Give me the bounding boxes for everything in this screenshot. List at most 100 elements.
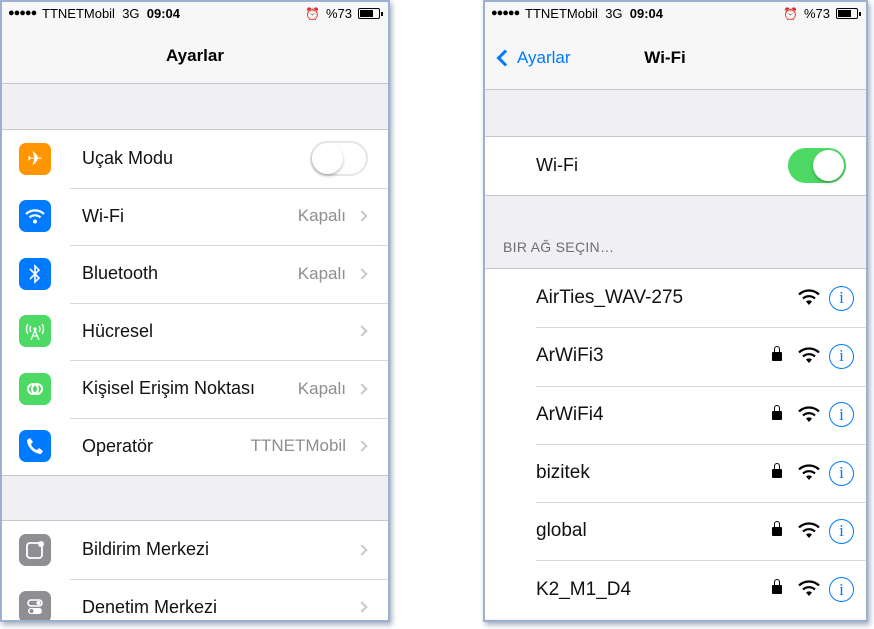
- carrier-info: TTNETMobil 3G 09:04: [42, 6, 180, 21]
- network-name: AirTies_WAV-275: [536, 287, 684, 309]
- row-label: Bluetooth: [82, 263, 159, 284]
- network-list: AirTies_WAV-275 i ArWiFi3 i ArWiFi4 i bizitek i…: [485, 268, 866, 619]
- control-center-icon: [19, 591, 51, 620]
- wifi-signal-icon: [798, 347, 820, 364]
- chevron-right-icon: [356, 440, 368, 452]
- status-bar: ●●●●● TTNETMobil 3G 09:04 ⏰ %73: [2, 2, 388, 24]
- choose-network-header: BIR AĞ SEÇIN…: [503, 239, 615, 255]
- airplane-icon: ✈: [19, 142, 51, 175]
- chevron-right-icon: [356, 325, 368, 337]
- toggle-knob: [813, 150, 844, 182]
- info-button[interactable]: i: [829, 343, 854, 369]
- lock-icon: [772, 462, 782, 478]
- wifi-signal-icon: [798, 406, 820, 422]
- cellular-icon: [19, 315, 51, 348]
- network-name: ArWiFi3: [536, 345, 604, 367]
- info-button[interactable]: i: [829, 285, 854, 311]
- alarm-icon: ⏰: [783, 6, 798, 21]
- battery-percent: %73: [325, 6, 352, 21]
- lock-icon: [772, 579, 782, 595]
- network-name: ArWiFi4: [536, 403, 604, 425]
- row-wifi[interactable]: Wi-Fi Kapalı: [2, 187, 388, 246]
- nav-bar: Ayarlar Wi-Fi: [485, 24, 866, 90]
- battery-icon: [358, 8, 383, 19]
- battery-icon: [836, 8, 861, 19]
- network-row[interactable]: global i: [485, 502, 866, 560]
- row-value: Kapalı: [297, 206, 346, 226]
- network-row[interactable]: ArWiFi4 i: [485, 385, 866, 444]
- info-button[interactable]: i: [829, 518, 854, 544]
- wifi-screen: ●●●●● TTNETMobil 3G 09:04 ⏰ %73 Ayarlar …: [483, 0, 868, 622]
- wifi-toggle-group: Wi-Fi: [485, 136, 866, 196]
- status-bar: ●●●●● TTNETMobil 3G 09:04 ⏰ %73: [485, 2, 866, 24]
- battery-percent: %73: [803, 6, 830, 21]
- carrier-info: TTNETMobil 3G 09:04: [525, 6, 663, 21]
- row-value: TTNETMobil: [250, 436, 346, 456]
- network-row[interactable]: ArWiFi3 i: [485, 327, 866, 385]
- row-label: Denetim Merkezi: [82, 596, 218, 617]
- network-row[interactable]: AirTies_WAV-275 i: [485, 269, 866, 327]
- row-label: Operatör: [82, 435, 154, 456]
- system-group: Bildirim Merkezi Denetim Merkezi: [2, 520, 388, 620]
- network-row[interactable]: K2_M1_D4 i: [485, 560, 866, 618]
- wifi-signal-icon: [798, 289, 820, 305]
- status-right: ⏰ %73: [305, 6, 383, 21]
- row-cellular[interactable]: Hücresel: [2, 302, 388, 361]
- wifi-signal-icon: [798, 464, 820, 480]
- hotspot-icon: [19, 372, 51, 405]
- row-operator[interactable]: Operatör TTNETMobil: [2, 417, 388, 476]
- phone-icon: [19, 430, 51, 463]
- settings-screen: ●●●●● TTNETMobil 3G 09:04 ⏰ %73 Ayarlar …: [0, 0, 390, 622]
- row-control-center[interactable]: Denetim Merkezi: [2, 578, 388, 620]
- network-type: 3G: [122, 6, 140, 21]
- wifi-icon: [19, 200, 51, 233]
- wifi-label: Wi-Fi: [536, 155, 578, 176]
- page-title: Ayarlar: [166, 46, 224, 65]
- network-name: bizitek: [536, 462, 590, 484]
- row-label: Kişisel Erişim Noktası: [82, 378, 256, 399]
- network-name: global: [536, 520, 587, 542]
- network-name: K2_M1_D4: [536, 578, 632, 600]
- wifi-toggle[interactable]: [788, 148, 846, 184]
- row-notification-center[interactable]: Bildirim Merkezi: [2, 521, 388, 579]
- info-button[interactable]: i: [829, 577, 854, 603]
- row-label: Hücresel: [82, 320, 154, 341]
- network-type: 3G: [605, 6, 623, 21]
- airplane-mode-toggle[interactable]: [310, 141, 368, 177]
- carrier-name: TTNETMobil: [525, 6, 598, 21]
- battery-fill: [360, 10, 373, 17]
- wifi-signal-icon: [798, 580, 820, 597]
- chevron-right-icon: [356, 544, 368, 556]
- chevron-right-icon: [356, 268, 368, 280]
- clock: 09:04: [146, 6, 181, 21]
- row-airplane-mode[interactable]: ✈ Uçak Modu: [2, 130, 388, 188]
- lock-icon: [772, 404, 782, 420]
- chevron-left-icon: [496, 49, 514, 67]
- row-bluetooth[interactable]: Bluetooth Kapalı: [2, 245, 388, 303]
- signal-strength-icon: ●●●●●: [8, 7, 37, 19]
- clock: 09:04: [629, 6, 664, 21]
- chevron-right-icon: [356, 210, 368, 222]
- row-label: Uçak Modu: [82, 148, 174, 169]
- row-label: Wi-Fi: [82, 205, 124, 226]
- connectivity-group: ✈ Uçak Modu Wi-Fi Kapalı Bluetooth Kapal…: [2, 129, 388, 476]
- wifi-signal-icon: [798, 522, 820, 539]
- row-wifi-switch[interactable]: Wi-Fi: [485, 137, 866, 195]
- info-button[interactable]: i: [829, 460, 854, 486]
- row-label: Bildirim Merkezi: [82, 539, 210, 560]
- nav-bar: Ayarlar: [2, 24, 388, 84]
- chevron-right-icon: [356, 601, 368, 613]
- carrier-name: TTNETMobil: [42, 6, 115, 21]
- status-right: ⏰ %73: [783, 6, 861, 21]
- chevron-right-icon: [356, 383, 368, 395]
- page-title: Wi-Fi: [644, 48, 686, 67]
- info-button[interactable]: i: [829, 402, 854, 428]
- bluetooth-icon: [19, 257, 51, 290]
- network-row[interactable]: bizitek i: [485, 443, 866, 502]
- signal-strength-icon: ●●●●●: [491, 7, 520, 19]
- toggle-knob: [312, 143, 343, 175]
- battery-fill: [838, 10, 851, 17]
- row-value: Kapalı: [297, 378, 346, 398]
- alarm-icon: ⏰: [305, 6, 320, 21]
- row-personal-hotspot[interactable]: Kişisel Erişim Noktası Kapalı: [2, 360, 388, 418]
